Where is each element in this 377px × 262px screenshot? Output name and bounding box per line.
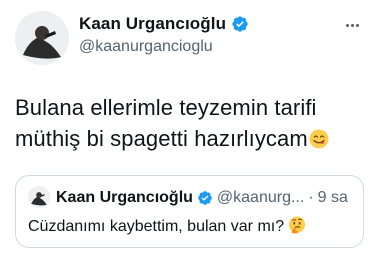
verified-badge-icon [231,15,249,33]
verified-badge-icon [197,190,213,206]
tweet-text: Bulana ellerimle teyzemin tarifi müthiş … [15,92,365,154]
author-name[interactable]: Kaan Urgancıoğlu [79,14,226,34]
quoted-tweet-card[interactable]: Kaan Urgancıoğlu @kaanurg... · 9 sa Cüzd… [15,175,364,248]
avatar[interactable] [15,11,69,65]
yum-face-icon [309,126,329,149]
quoted-avatar [28,186,50,208]
quoted-header: Kaan Urgancıoğlu @kaanurg... · 9 sa [56,187,355,209]
more-options-icon[interactable] [341,14,363,36]
author-name-row[interactable]: Kaan Urgancıoğlu [79,14,249,34]
thinking-face-icon [288,216,306,234]
tweet-text-content: Bulana ellerimle teyzemin tarifi müthiş … [15,95,317,151]
quoted-text-content: Cüzdanımı kaybettim, bulan var mı? [28,218,285,235]
quoted-author-name: Kaan Urgancıoğlu [56,189,193,206]
avatar-image [15,11,69,65]
quoted-timestamp: 9 sa [317,189,348,206]
quoted-separator: · [308,189,314,206]
author-handle[interactable]: @kaanurgancioglu [79,38,213,56]
quoted-tweet-text: Cüzdanımı kaybettim, bulan var mı? [28,216,355,236]
quoted-author-handle: @kaanurg... [216,189,305,206]
